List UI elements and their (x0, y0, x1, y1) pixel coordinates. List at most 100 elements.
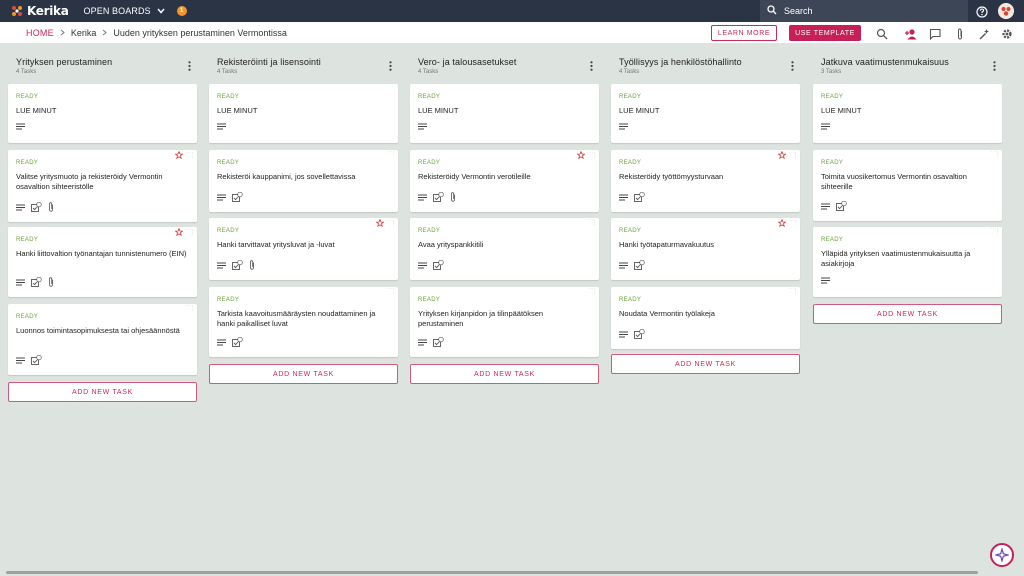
task-card[interactable]: READY LUE MINUT (209, 84, 398, 143)
star-icon[interactable] (577, 151, 585, 159)
star-icon[interactable] (175, 151, 183, 159)
task-card[interactable]: READY Toimita vuosikertomus Vermontin osa… (813, 150, 1002, 221)
task-card[interactable]: READY LUE MINUT (813, 84, 1002, 143)
search-input[interactable]: Search (760, 0, 968, 22)
column-title[interactable]: Rekisteröinti ja lisensointi (209, 52, 398, 67)
task-card[interactable]: READY Rekisteröi kauppanimi, jos sovellet… (209, 150, 398, 212)
checklist-icon (836, 201, 847, 211)
description-icon (217, 123, 226, 130)
task-card[interactable]: READY Rekisteröidy työttömyysturvaan (611, 150, 800, 212)
learn-more-button[interactable]: LEARN MORE (711, 25, 777, 41)
task-card[interactable]: READY Ylläpidä yrityksen vaatimustenmukai… (813, 227, 1002, 297)
checklist-icon (232, 337, 243, 347)
help-icon[interactable] (976, 5, 988, 23)
task-icons (217, 260, 261, 270)
task-card[interactable]: READY Valitse yritysmuoto ja rekisteröidy… (8, 150, 197, 222)
task-card[interactable]: READY LUE MINUT (8, 84, 197, 143)
task-card[interactable]: READY Hanki liittovaltion työnantajan tun… (8, 227, 197, 297)
task-card[interactable]: READY Rekisteröidy Vermontin verotileille (410, 150, 599, 212)
kebab-menu-icon[interactable] (993, 58, 996, 76)
task-title: Luonnos toimintasopimuksesta tai ohjesää… (16, 326, 180, 335)
task-title: LUE MINUT (821, 106, 862, 115)
card-corner (577, 151, 595, 159)
add-new-task-button[interactable]: ADD NEW TASK (410, 364, 599, 384)
checklist-icon (31, 277, 42, 287)
card-dog-ear-icon (186, 151, 193, 159)
description-icon (418, 194, 427, 201)
settings-gear-icon[interactable] (1001, 27, 1013, 39)
star-icon[interactable] (376, 219, 384, 227)
task-status: READY (619, 94, 642, 100)
checklist-icon (31, 202, 42, 212)
task-title: Avaa yrityspankkitili (418, 240, 484, 249)
task-title: Hanki liittovaltion työnantajan tunniste… (16, 249, 187, 258)
kebab-menu-icon[interactable] (791, 58, 794, 76)
card-dog-ear-icon (387, 288, 394, 295)
card-dog-ear-icon (186, 305, 193, 312)
avatar[interactable] (998, 3, 1014, 19)
task-card[interactable]: READY Hanki työtapaturmavakuutus (611, 218, 800, 280)
chat-icon[interactable] (929, 27, 941, 41)
checklist-icon (232, 260, 243, 270)
checklist-icon (232, 192, 243, 202)
add-new-task-button[interactable]: ADD NEW TASK (209, 364, 398, 384)
open-boards-label: OPEN BOARDS (83, 6, 151, 16)
card-corner (376, 219, 394, 227)
notification-count: 1 (180, 8, 184, 14)
card-dog-ear-icon (588, 288, 595, 295)
board-header: HOME Kerika Uuden yrityksen perustaminen… (0, 22, 1024, 44)
star-icon[interactable] (778, 151, 786, 159)
task-card[interactable]: READY Tarkista kaavoitusmääräysten noudat… (209, 287, 398, 357)
column-title[interactable]: Jatkuva vaatimustenmukaisuus (813, 52, 1002, 67)
task-icons (217, 192, 249, 202)
horizontal-scrollbar[interactable] (6, 571, 978, 574)
task-card[interactable]: READY Luonnos toimintasopimuksesta tai oh… (8, 304, 197, 375)
breadcrumb-home[interactable]: HOME (26, 28, 54, 38)
card-corner (778, 219, 796, 227)
card-dog-ear-icon (186, 228, 193, 236)
use-template-button[interactable]: USE TEMPLATE (789, 25, 861, 41)
task-card[interactable]: READY Noudata Vermontin työlakeja (611, 287, 800, 349)
task-card[interactable]: READY LUE MINUT (410, 84, 599, 143)
task-icons (418, 337, 450, 347)
task-status: READY (619, 160, 642, 166)
task-card[interactable]: READY Avaa yrityspankkitili (410, 218, 599, 280)
task-card[interactable]: READY Hanki tarvittavat yritysluvat ja -l… (209, 218, 398, 280)
breadcrumb-workspace[interactable]: Kerika (71, 28, 97, 38)
checklist-icon (433, 337, 444, 347)
task-status: READY (418, 94, 441, 100)
star-icon[interactable] (778, 219, 786, 227)
column-task-count: 3 Tasks (821, 69, 842, 75)
logo[interactable]: Kerika (10, 4, 69, 18)
add-new-task-button[interactable]: ADD NEW TASK (611, 354, 800, 374)
task-title: LUE MINUT (217, 106, 258, 115)
chevron-right-icon (60, 28, 65, 38)
column-title[interactable]: Yrityksen perustaminen (8, 52, 197, 67)
column-title[interactable]: Työllisyys ja henkilöstöhallinto (611, 52, 800, 67)
card-dog-ear-icon (991, 151, 998, 158)
wand-icon[interactable] (978, 27, 990, 40)
task-title: LUE MINUT (619, 106, 660, 115)
card-corner (186, 305, 193, 312)
checklist-icon (433, 192, 444, 202)
kebab-menu-icon[interactable] (188, 58, 191, 76)
task-card[interactable]: READY LUE MINUT (611, 84, 800, 143)
kebab-menu-icon[interactable] (389, 58, 392, 76)
add-member-icon[interactable] (904, 27, 917, 40)
open-boards-menu[interactable]: OPEN BOARDS (84, 6, 165, 16)
board-column: Jatkuva vaatimustenmukaisuus 3 Tasks READY… (813, 52, 1002, 324)
column-title[interactable]: Vero- ja talousasetukset (410, 52, 599, 67)
task-card[interactable]: READY Yrityksen kirjanpidon ja tilinpäätö… (410, 287, 599, 357)
attachment-icon[interactable] (954, 27, 966, 40)
task-title: Yrityksen kirjanpidon ja tilinpäätöksen … (418, 309, 544, 328)
kebab-menu-icon[interactable] (590, 58, 593, 76)
star-icon[interactable] (175, 228, 183, 236)
assistant-sparkle-icon[interactable] (990, 543, 1014, 567)
add-new-task-button[interactable]: ADD NEW TASK (8, 382, 197, 402)
description-icon (418, 123, 427, 130)
notification-badge[interactable]: 1 (176, 6, 187, 16)
card-dog-ear-icon (387, 219, 394, 227)
search-icon[interactable] (876, 27, 888, 40)
add-new-task-button[interactable]: ADD NEW TASK (813, 304, 1002, 324)
task-title: LUE MINUT (16, 106, 57, 115)
